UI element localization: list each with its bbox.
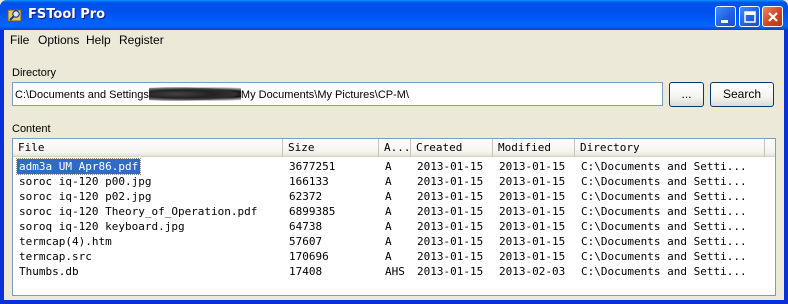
directory-path-prefix: C:\Documents and Settings: [15, 89, 149, 101]
directory-field[interactable]: C:\Documents and Settings My Documents\My…: [12, 82, 663, 106]
directory-path-suffix: My Documents\My Pictures\CP-M\: [240, 89, 409, 101]
menu-help[interactable]: Help: [86, 33, 111, 47]
cell-size: 62372: [289, 190, 323, 203]
menu-register[interactable]: Register: [119, 33, 164, 47]
cell-created: 2013-01-15: [417, 160, 484, 173]
app-icon: [7, 7, 23, 23]
cell-directory: C:\Documents and Setti...: [581, 220, 747, 233]
cell-modified: 2013-02-03: [499, 265, 566, 278]
table-row[interactable]: soroq iq-120 keyboard.jpg 64738 A 2013-01-1…: [13, 219, 775, 234]
minimize-icon: [721, 20, 728, 23]
menu-options-label: Options: [38, 33, 80, 47]
close-button[interactable]: [762, 6, 783, 27]
cell-attributes: A: [385, 160, 392, 173]
browse-button[interactable]: ...: [669, 82, 704, 107]
cell-file: soroc iq-120 p00.jpg: [19, 175, 152, 188]
cell-file: Thumbs.db: [19, 265, 79, 278]
search-button-label: Search: [722, 87, 762, 101]
cell-modified: 2013-01-15: [499, 205, 566, 218]
browse-button-label: ...: [681, 87, 692, 101]
cell-directory: C:\Documents and Setti...: [581, 190, 747, 203]
cell-created: 2013-01-15: [417, 175, 484, 188]
cell-modified: 2013-01-15: [499, 190, 566, 203]
directory-label: Directory: [12, 67, 57, 79]
cell-size: 6899385: [289, 205, 336, 218]
column-header-attributes[interactable]: A...: [379, 139, 411, 157]
cell-size: 17408: [289, 265, 323, 278]
minimize-button[interactable]: [715, 6, 736, 27]
cell-attributes: A: [385, 235, 392, 248]
cell-created: 2013-01-15: [417, 190, 484, 203]
cell-file: soroc iq-120 p02.jpg: [19, 190, 152, 203]
table-row[interactable]: termcap.src 170696 A 2013-01-15 2013-01-15 C:…: [13, 249, 775, 264]
window-title: FSTool Pro: [28, 7, 106, 22]
client-area: File Options Help Register Directory C:\…: [4, 30, 784, 300]
cell-modified: 2013-01-15: [499, 160, 566, 173]
menu-register-label: Register: [119, 33, 164, 47]
menu-options[interactable]: Options: [38, 33, 79, 47]
cell-created: 2013-01-15: [417, 235, 484, 248]
cell-size: 64738: [289, 220, 323, 233]
cell-file: soroc iq-120 Theory_of_Operation.pdf: [19, 205, 258, 218]
file-list[interactable]: File Size A... Created Modified Director…: [12, 138, 776, 296]
table-row[interactable]: soroc iq-120 p00.jpg 166133 A 2013-01-15 201…: [13, 174, 775, 189]
cell-modified: 2013-01-15: [499, 175, 566, 188]
cell-created: 2013-01-15: [417, 265, 484, 278]
cell-directory: C:\Documents and Setti...: [581, 265, 747, 278]
cell-directory: C:\Documents and Setti...: [581, 205, 747, 218]
maximize-button[interactable]: [739, 6, 760, 27]
menu-file-label: File: [10, 33, 30, 47]
column-header-modified[interactable]: Modified: [493, 139, 575, 157]
cell-size: 170696: [289, 250, 329, 263]
cell-size: 3677251: [289, 160, 336, 173]
cell-size: 57607: [289, 235, 323, 248]
column-header-size[interactable]: Size: [283, 139, 379, 157]
cell-directory: C:\Documents and Setti...: [581, 160, 747, 173]
cell-directory: C:\Documents and Setti...: [581, 175, 747, 188]
cell-file: soroq iq-120 keyboard.jpg: [19, 220, 185, 233]
cell-file: termcap(4).htm: [19, 235, 112, 248]
cell-file: termcap.src: [19, 250, 92, 263]
table-row[interactable]: adm3a UM Apr86.pdf 3677251 A 2013-01-15 2013…: [13, 158, 775, 175]
cell-attributes: A: [385, 190, 392, 203]
cell-attributes: A: [385, 175, 392, 188]
cell-modified: 2013-01-15: [499, 250, 566, 263]
cell-attributes: AHS: [385, 265, 405, 278]
redacted-region: [148, 87, 241, 101]
table-row[interactable]: soroc iq-120 p02.jpg 62372 A 2013-01-15 2013…: [13, 189, 775, 204]
cell-file: adm3a UM Apr86.pdf: [15, 158, 142, 175]
table-row[interactable]: termcap(4).htm 57607 A 2013-01-15 2013-01-15…: [13, 234, 775, 249]
cell-modified: 2013-01-15: [499, 220, 566, 233]
cell-directory: C:\Documents and Setti...: [581, 235, 747, 248]
cell-attributes: A: [385, 205, 392, 218]
app-window: FSTool Pro File Options Help Register Di…: [0, 0, 788, 304]
content-label: Content: [12, 123, 51, 135]
cell-directory: C:\Documents and Setti...: [581, 250, 747, 263]
column-header-filler: [765, 139, 775, 157]
search-button[interactable]: Search: [710, 82, 774, 107]
cell-modified: 2013-01-15: [499, 235, 566, 248]
table-row[interactable]: Thumbs.db 17408 AHS 2013-01-15 2013-02-03 C:\…: [13, 264, 775, 279]
cell-created: 2013-01-15: [417, 250, 484, 263]
cell-created: 2013-01-15: [417, 220, 484, 233]
title-bar[interactable]: FSTool Pro: [0, 0, 788, 30]
menu-file[interactable]: File: [10, 33, 29, 47]
column-header-directory[interactable]: Directory: [575, 139, 765, 157]
cell-attributes: A: [385, 250, 392, 263]
cell-attributes: A: [385, 220, 392, 233]
close-icon: [768, 12, 778, 22]
cell-created: 2013-01-15: [417, 205, 484, 218]
column-header-file[interactable]: File: [13, 139, 283, 157]
cell-size: 166133: [289, 175, 329, 188]
column-header-created[interactable]: Created: [411, 139, 493, 157]
menu-bar: File Options Help Register: [4, 30, 784, 49]
maximize-icon: [744, 11, 756, 23]
menu-help-label: Help: [86, 33, 111, 47]
table-row[interactable]: soroc iq-120 Theory_of_Operation.pdf 6899…: [13, 204, 775, 219]
list-header: File Size A... Created Modified Director…: [13, 139, 775, 157]
